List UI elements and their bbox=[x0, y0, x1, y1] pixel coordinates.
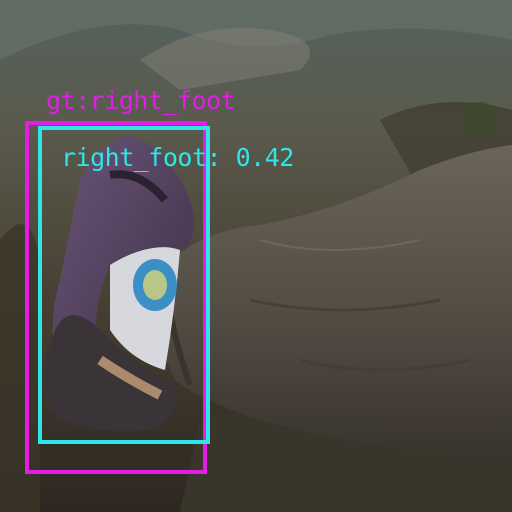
prediction-bounding-box bbox=[38, 126, 210, 444]
photo-scene: gt:right_foot right_foot: 0.42 bbox=[0, 0, 512, 512]
prediction-label: right_foot: 0.42 bbox=[61, 143, 294, 172]
tree bbox=[462, 102, 498, 138]
ground-truth-label: gt:right_foot bbox=[46, 86, 236, 115]
